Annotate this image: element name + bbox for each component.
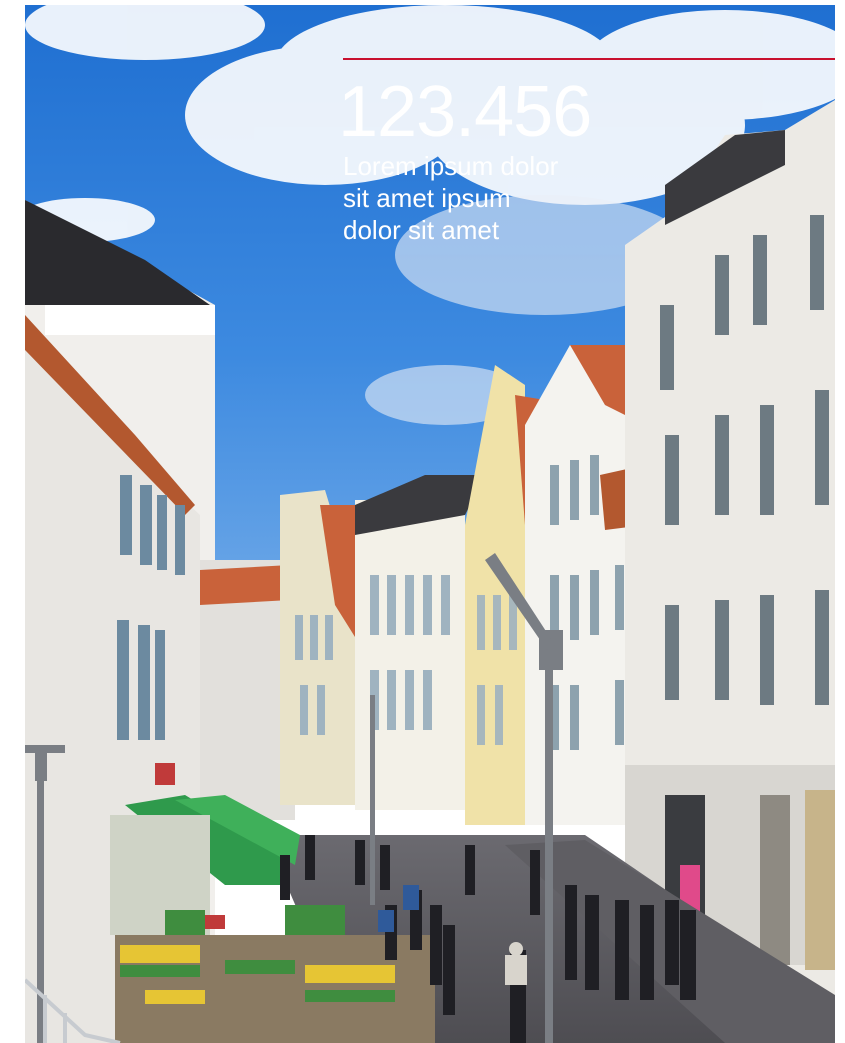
stat-caption: Lorem ipsum dolor sit amet ipsum dolor s… — [343, 150, 643, 246]
page: 123.456 Lorem ipsum dolor sit amet ipsum… — [0, 0, 845, 1043]
stat-caption-line-2: sit amet ipsum — [343, 183, 511, 213]
stat-caption-line-3: dolor sit amet — [343, 215, 500, 245]
stat-caption-line-1: Lorem ipsum dolor — [343, 151, 559, 181]
accent-rule — [343, 58, 835, 60]
stat-number: 123.456 — [338, 72, 592, 152]
